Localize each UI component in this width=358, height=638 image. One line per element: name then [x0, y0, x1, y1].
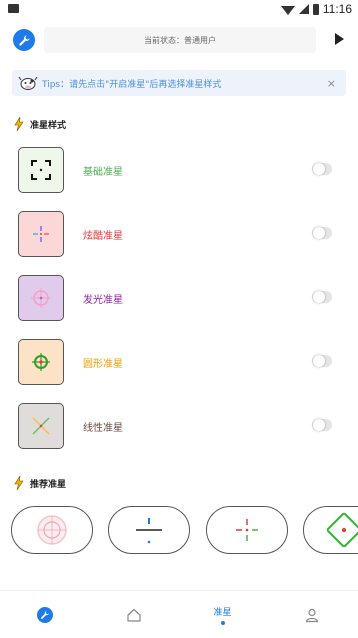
play-icon[interactable]: [335, 33, 344, 45]
battery-icon: [312, 3, 319, 15]
crosshair-style-row-glow[interactable]: 发光准星: [18, 275, 340, 321]
crosshair-style-row-basic[interactable]: 基础准星: [18, 147, 340, 193]
tips-text: Tips：请先点击"开启准星"后再选择准星样式: [42, 79, 222, 90]
notification-image-icon: [8, 4, 19, 13]
active-indicator: [220, 621, 225, 625]
recommended-crosshair-strip[interactable]: [0, 506, 358, 556]
crosshair-thumb-cool: [18, 211, 64, 257]
crosshair-style-toggle[interactable]: [312, 355, 332, 367]
recommended-crosshair-item[interactable]: [206, 506, 288, 554]
signal-icon: [298, 4, 309, 14]
wifi-icon: [280, 5, 295, 15]
crosshair-thumb-circle: [18, 339, 64, 385]
crosshair-style-row-cool[interactable]: 炫酷准星: [18, 211, 340, 257]
crosshair-thumb-glow: [18, 275, 64, 321]
user-icon: [305, 608, 318, 623]
toggle-knob: [313, 291, 325, 303]
lightning-icon: [14, 475, 24, 491]
toggle-knob: [313, 227, 325, 239]
section-recommended-title: 推荐准星: [30, 479, 67, 490]
glow-crosshair-icon: [31, 288, 51, 308]
nav-profile[interactable]: [267, 591, 356, 638]
target-crosshair-icon: [37, 515, 67, 545]
toggle-knob: [313, 163, 325, 175]
crosshair-style-label: 圆形准星: [83, 359, 123, 370]
crosshair-style-label: 基础准星: [83, 167, 123, 178]
nav-tool[interactable]: [0, 591, 89, 638]
circle-crosshair-icon: [32, 353, 50, 371]
lightning-icon: [14, 116, 24, 132]
crosshair-style-toggle[interactable]: [312, 291, 332, 303]
cow-mascot-icon: [18, 76, 38, 90]
wrench-icon: [18, 34, 30, 46]
wrench-icon: [36, 607, 53, 623]
crosshair-style-toggle[interactable]: [312, 163, 332, 175]
toggle-knob: [313, 355, 325, 367]
cool-crosshair-icon: [33, 226, 49, 242]
toggle-knob: [313, 419, 325, 431]
crosshair-style-row-circle[interactable]: 圆形准星: [18, 339, 340, 385]
recommended-crosshair-item[interactable]: [11, 506, 93, 554]
dot-crosshair-icon: [236, 519, 258, 541]
green-target-crosshair-icon: [327, 513, 358, 547]
section-recommended-header: 推荐准星: [12, 475, 66, 491]
status-right: 11:16: [280, 1, 352, 17]
home-icon: [126, 608, 141, 622]
recommended-crosshair-item[interactable]: [303, 506, 358, 554]
top-bar: 当前状态：普通用户: [0, 26, 358, 54]
crosshair-style-row-linear[interactable]: 线性准星: [18, 403, 340, 449]
crosshair-thumb-basic: [18, 147, 64, 193]
tool-button[interactable]: [13, 29, 35, 51]
linear-crosshair-icon: [32, 417, 50, 435]
bottom-navigation: 准星: [0, 590, 358, 638]
status-time: 11:16: [322, 2, 352, 16]
section-styles-title: 准星样式: [30, 120, 67, 131]
nav-crosshair-label: 准星: [213, 608, 232, 618]
crosshair-thumb-linear: [18, 403, 64, 449]
basic-crosshair-icon: [31, 160, 51, 180]
recommended-crosshair-item[interactable]: [108, 506, 190, 554]
crosshair-style-toggle[interactable]: [312, 227, 332, 239]
nav-crosshair[interactable]: 准星: [178, 591, 267, 638]
line-crosshair-icon: [136, 518, 162, 544]
tips-banner: Tips：请先点击"开启准星"后再选择准星样式 ×: [12, 70, 346, 96]
section-styles-header: 准星样式: [12, 116, 66, 132]
crosshair-style-toggle[interactable]: [312, 419, 332, 431]
close-icon[interactable]: ×: [327, 77, 336, 90]
crosshair-style-label: 炫酷准星: [83, 231, 123, 242]
current-state-display: 当前状态：普通用户: [44, 27, 316, 53]
nav-home[interactable]: [89, 591, 178, 638]
status-bar: 11:16: [0, 0, 358, 18]
crosshair-style-label: 发光准星: [83, 295, 123, 306]
crosshair-style-label: 线性准星: [83, 423, 123, 434]
